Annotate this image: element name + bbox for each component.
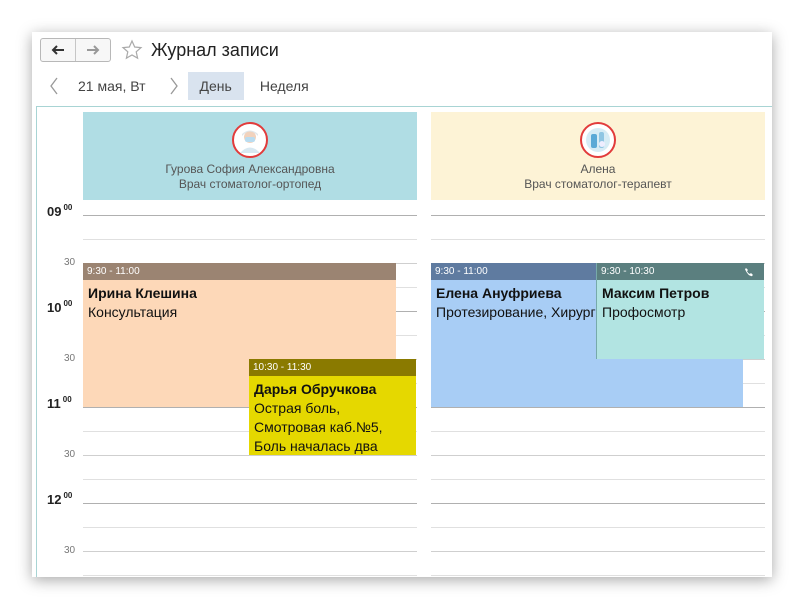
grid-line bbox=[83, 479, 417, 480]
resource-name: Гурова София Александровна bbox=[165, 162, 335, 176]
journal-window: Журнал записи 21 мая, Вт День Неделя Гур… bbox=[32, 32, 772, 577]
tab-day[interactable]: День bbox=[187, 72, 244, 100]
arrow-right-icon bbox=[87, 45, 100, 55]
resource-role: Врач стоматолог-терапевт bbox=[524, 177, 672, 191]
resource-header-alena[interactable]: Алена Врач стоматолог-терапевт bbox=[431, 112, 765, 200]
hour-value: 11 bbox=[47, 396, 61, 411]
time-label-09: 09 00 bbox=[47, 203, 72, 219]
patient-name: Дарья Обручкова bbox=[254, 381, 377, 397]
phone-icon bbox=[744, 267, 754, 277]
grid-line bbox=[431, 575, 765, 576]
page-title: Журнал записи bbox=[151, 39, 279, 60]
appointment-body: Дарья Обручкова Острая боль, Смотровая к… bbox=[249, 376, 416, 455]
time-label-12: 12 00 bbox=[47, 491, 72, 507]
patient-name: Ирина Клешина bbox=[88, 285, 197, 301]
arrow-left-icon bbox=[51, 45, 64, 55]
grid-line bbox=[431, 215, 765, 216]
avatar bbox=[232, 122, 268, 158]
time-range: 9:30 - 10:30 bbox=[601, 266, 655, 277]
appointment-obruchkova[interactable]: 10:30 - 11:30 Дарья Обручкова Острая бол… bbox=[249, 359, 416, 455]
appointment-body: Максим Петров Профосмотр bbox=[597, 280, 764, 326]
time-label-0930: 30 bbox=[64, 257, 76, 268]
grid-line bbox=[431, 503, 765, 504]
minute-value: 00 bbox=[63, 203, 73, 212]
back-button[interactable] bbox=[41, 39, 75, 61]
hour-value: 12 bbox=[47, 492, 62, 507]
hour-value: 09 bbox=[47, 204, 62, 219]
favorite-button[interactable] bbox=[121, 39, 143, 61]
history-nav bbox=[40, 38, 111, 62]
grid-line bbox=[83, 527, 417, 528]
grid-line bbox=[431, 431, 765, 432]
time-label-1230: 30 bbox=[64, 545, 76, 556]
appointment-time: 9:30 - 11:00 bbox=[83, 263, 396, 280]
time-range: 9:30 - 11:00 bbox=[435, 266, 488, 277]
grid-line bbox=[431, 527, 765, 528]
resource-name: Алена bbox=[580, 162, 616, 176]
minute-value: 00 bbox=[63, 491, 73, 500]
chevron-right-icon bbox=[170, 77, 178, 95]
appointment-description: Профосмотр bbox=[602, 304, 686, 320]
time-range: 9:30 - 11:00 bbox=[87, 266, 140, 277]
star-icon bbox=[121, 39, 143, 60]
appointment-body: Ирина Клешина Консультация bbox=[83, 280, 396, 326]
grid-line bbox=[83, 551, 417, 552]
grid-line bbox=[431, 407, 765, 408]
time-label-1030: 30 bbox=[64, 353, 76, 364]
toolbar: Журнал записи bbox=[40, 38, 279, 62]
avatar bbox=[580, 122, 616, 158]
patient-name: Максим Петров bbox=[602, 285, 710, 301]
appointment-description: Острая боль, Смотровая каб.№5, Боль нача… bbox=[254, 400, 383, 454]
grid-line bbox=[83, 215, 417, 216]
time-range: 10:30 - 11:30 bbox=[253, 362, 312, 373]
doctor-avatar-icon bbox=[240, 130, 260, 153]
prev-date-button[interactable] bbox=[44, 76, 64, 96]
grid-line bbox=[431, 239, 765, 240]
current-date: 21 мая, Вт bbox=[78, 78, 146, 94]
appointment-time: 10:30 - 11:30 bbox=[249, 359, 416, 376]
grid-line bbox=[431, 455, 765, 456]
minute-value: 00 bbox=[63, 299, 73, 308]
dental-avatar-icon bbox=[586, 128, 610, 152]
hour-value: 10 bbox=[47, 300, 62, 315]
grid-line bbox=[83, 239, 417, 240]
grid-line bbox=[83, 503, 417, 504]
grid-line bbox=[83, 455, 417, 456]
resource-header-gurova[interactable]: Гурова София Александровна Врач стоматол… bbox=[83, 112, 417, 200]
appointment-time: 9:30 - 10:30 bbox=[597, 263, 764, 280]
forward-button[interactable] bbox=[75, 39, 110, 61]
time-label-11: 11 00 bbox=[47, 395, 72, 411]
appointment-description: Консультация bbox=[88, 304, 178, 320]
minute-value: 00 bbox=[62, 395, 72, 404]
grid-line bbox=[431, 551, 765, 552]
resource-role: Врач стоматолог-ортопед bbox=[178, 177, 322, 191]
appointment-petrov[interactable]: 9:30 - 10:30 Максим Петров Профосмотр bbox=[596, 263, 764, 359]
next-date-button[interactable] bbox=[164, 76, 184, 96]
schedule-grid: Гурова София Александровна Врач стоматол… bbox=[36, 106, 772, 577]
grid-line bbox=[431, 479, 765, 480]
tab-week[interactable]: Неделя bbox=[248, 72, 321, 100]
time-label-1130: 30 bbox=[64, 449, 76, 460]
time-label-10: 10 00 bbox=[47, 299, 72, 315]
grid-line bbox=[83, 575, 417, 576]
date-navigation: 21 мая, Вт День Неделя bbox=[44, 72, 321, 100]
chevron-left-icon bbox=[50, 77, 58, 95]
